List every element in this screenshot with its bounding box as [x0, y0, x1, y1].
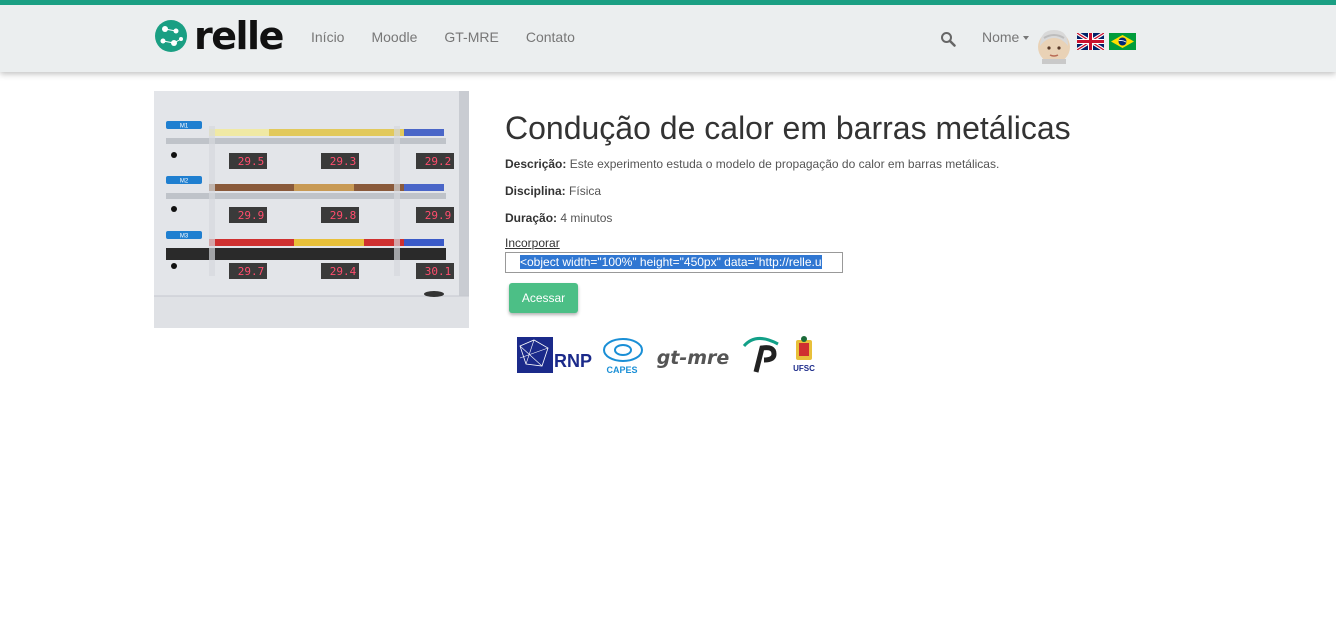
- display-m3-2: 29.4: [330, 265, 357, 278]
- rnp-logo-icon: RNP: [517, 337, 592, 373]
- partner-ufsc: UFSC: [793, 364, 815, 373]
- nav-gt-mre[interactable]: GT-MRE: [444, 29, 498, 45]
- display-m2-3: 29.9: [425, 209, 452, 222]
- partner-logos: RNP CAPES gt-mre UFSC: [517, 336, 815, 375]
- nav-moodle[interactable]: Moodle: [371, 29, 417, 45]
- display-m3-3: 30.1: [425, 265, 452, 278]
- chevron-down-icon: [1023, 36, 1030, 41]
- experiment-details: Condução de calor em barras metálicas De…: [505, 108, 1205, 226]
- display-m1-3: 29.2: [425, 155, 452, 168]
- capes-logo-icon: CAPES: [603, 338, 643, 375]
- partner-rnp: RNP: [554, 351, 592, 371]
- partner-gt-mre: gt-mre: [657, 347, 730, 369]
- user-name: Nome: [982, 29, 1020, 45]
- main-nav: Início Moodle GT-MRE Contato: [311, 29, 602, 45]
- user-menu[interactable]: Nome: [982, 29, 1030, 45]
- display-m2-1: 29.9: [238, 209, 265, 222]
- bar-label-m3: M3: [180, 234, 189, 240]
- display-m2-2: 29.8: [330, 209, 357, 222]
- access-button[interactable]: Acessar: [509, 283, 578, 313]
- bar-label-m1: M1: [180, 124, 189, 130]
- display-m1-1: 29.5: [238, 155, 265, 168]
- duration-text: 4 minutos: [560, 211, 613, 225]
- display-m1-2: 29.3: [330, 155, 357, 168]
- embed-code-text: <object width="100%" height="450px" data…: [520, 255, 822, 269]
- relle-logo-icon: [155, 20, 187, 52]
- bar-label-m2: M2: [180, 179, 189, 185]
- partner-capes: CAPES: [606, 365, 637, 375]
- discipline-text: Física: [569, 184, 602, 198]
- display-m3-1: 29.7: [238, 265, 265, 278]
- flag-uk-icon[interactable]: [1077, 33, 1104, 50]
- description-text: Este experimento estuda o modelo de prop…: [569, 157, 1000, 171]
- embed-code-field[interactable]: <object width="100%" height="450px" data…: [505, 252, 843, 273]
- flag-brazil-icon[interactable]: [1109, 33, 1136, 50]
- description-row: Descrição: Este experimento estuda o mod…: [505, 156, 1205, 172]
- duration-row: Duração: 4 minutos: [505, 210, 1205, 226]
- ufsc-logo-icon: UFSC: [793, 336, 815, 373]
- top-navbar: relle Início Moodle GT-MRE Contato Nome: [0, 0, 1336, 72]
- embed-link[interactable]: Incorporar: [505, 236, 560, 250]
- search-icon[interactable]: [940, 31, 956, 47]
- nav-inicio[interactable]: Início: [311, 29, 344, 45]
- partner-r-logo-icon: [742, 337, 779, 373]
- description-label: Descrição:: [505, 157, 567, 171]
- nav-contato[interactable]: Contato: [526, 29, 575, 45]
- discipline-label: Disciplina:: [505, 184, 566, 198]
- duration-label: Duração:: [505, 211, 558, 225]
- brand-logo[interactable]: relle: [154, 14, 284, 58]
- avatar[interactable]: [1036, 26, 1072, 64]
- discipline-row: Disciplina: Física: [505, 183, 1205, 199]
- experiment-photo: M1 29.5 29.3 29.2 M2 29.9 29.8 29.9 M3 2…: [154, 91, 469, 328]
- page-title: Condução de calor em barras metálicas: [505, 110, 1071, 146]
- brand-name: relle: [194, 14, 284, 58]
